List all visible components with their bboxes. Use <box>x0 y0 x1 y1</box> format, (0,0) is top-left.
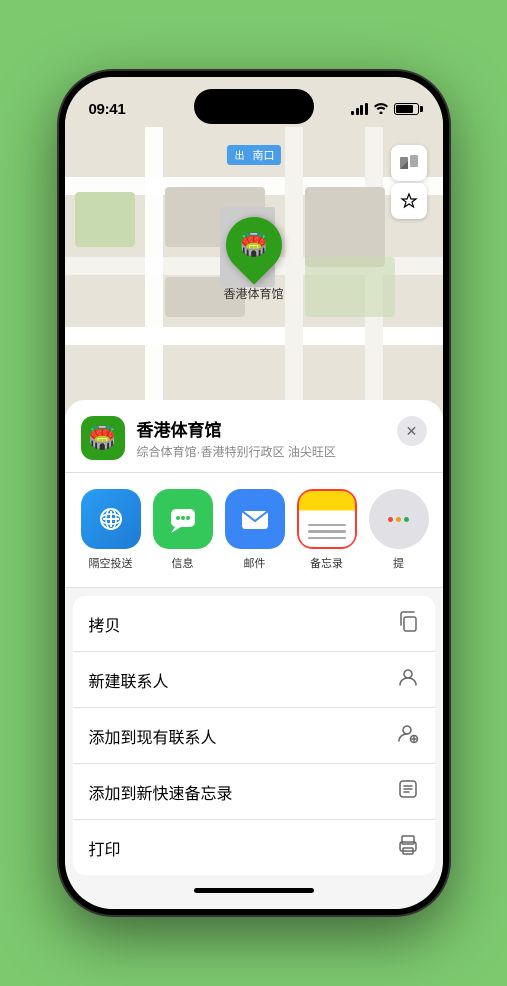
location-marker: 🏟️ 香港体育馆 <box>223 217 283 302</box>
more-label: 提 <box>393 555 404 571</box>
messages-icon[interactable] <box>153 489 213 549</box>
phone-screen: 09:41 <box>65 77 443 909</box>
share-item-messages[interactable]: 信息 <box>153 489 213 571</box>
map-controls[interactable] <box>391 145 427 219</box>
wifi-icon <box>373 102 389 117</box>
airdrop-label: 隔空投送 <box>89 555 133 571</box>
home-indicator <box>65 875 443 905</box>
copy-icon <box>397 610 419 637</box>
share-item-more[interactable]: 提 <box>369 489 429 571</box>
bottom-sheet: 🏟️ 香港体育馆 综合体育馆·香港特别行政区 油尖旺区 ✕ <box>65 400 443 909</box>
notes-icon[interactable] <box>297 489 357 549</box>
location-button[interactable] <box>391 183 427 219</box>
phone-frame: 09:41 <box>59 71 449 915</box>
print-icon <box>397 834 419 861</box>
mail-icon[interactable] <box>225 489 285 549</box>
battery-icon <box>394 103 419 115</box>
close-button[interactable]: ✕ <box>397 416 427 446</box>
signal-icon <box>351 103 368 115</box>
add-existing-icon <box>397 722 419 749</box>
share-item-mail[interactable]: 邮件 <box>225 489 285 571</box>
share-row: 隔空投送 信息 <box>65 473 443 588</box>
status-time: 09:41 <box>89 101 126 118</box>
map-type-button[interactable] <box>391 145 427 181</box>
venue-info: 香港体育馆 综合体育馆·香港特别行政区 油尖旺区 <box>137 416 385 460</box>
venue-name: 香港体育馆 <box>137 416 385 441</box>
new-contact-label: 新建联系人 <box>89 668 169 692</box>
venue-header: 🏟️ 香港体育馆 综合体育馆·香港特别行政区 油尖旺区 ✕ <box>65 400 443 473</box>
action-list: 拷贝 新建联系人 <box>73 596 435 875</box>
add-existing-label: 添加到现有联系人 <box>89 724 217 748</box>
status-icons <box>351 102 419 117</box>
mail-label: 邮件 <box>244 555 266 571</box>
map-label: 出 南口 <box>226 145 280 165</box>
messages-label: 信息 <box>172 555 194 571</box>
action-print[interactable]: 打印 <box>73 820 435 875</box>
action-copy[interactable]: 拷贝 <box>73 596 435 652</box>
more-icon[interactable] <box>369 489 429 549</box>
add-notes-label: 添加到新快速备忘录 <box>89 780 233 804</box>
action-add-notes[interactable]: 添加到新快速备忘录 <box>73 764 435 820</box>
marker-pin: 🏟️ <box>214 205 293 284</box>
marker-icon: 🏟️ <box>240 232 267 258</box>
marker-label: 香港体育馆 <box>223 285 283 302</box>
action-new-contact[interactable]: 新建联系人 <box>73 652 435 708</box>
new-contact-icon <box>397 666 419 693</box>
add-notes-icon <box>397 778 419 805</box>
dynamic-island <box>194 89 314 124</box>
print-label: 打印 <box>89 836 121 860</box>
venue-icon: 🏟️ <box>81 416 125 460</box>
airdrop-icon[interactable] <box>81 489 141 549</box>
notes-label: 备忘录 <box>310 555 343 571</box>
share-item-notes[interactable]: 备忘录 <box>297 489 357 571</box>
venue-subtitle: 综合体育馆·香港特别行政区 油尖旺区 <box>137 443 385 460</box>
copy-label: 拷贝 <box>89 612 121 636</box>
home-bar <box>194 888 314 893</box>
action-add-existing[interactable]: 添加到现有联系人 <box>73 708 435 764</box>
share-item-airdrop[interactable]: 隔空投送 <box>81 489 141 571</box>
